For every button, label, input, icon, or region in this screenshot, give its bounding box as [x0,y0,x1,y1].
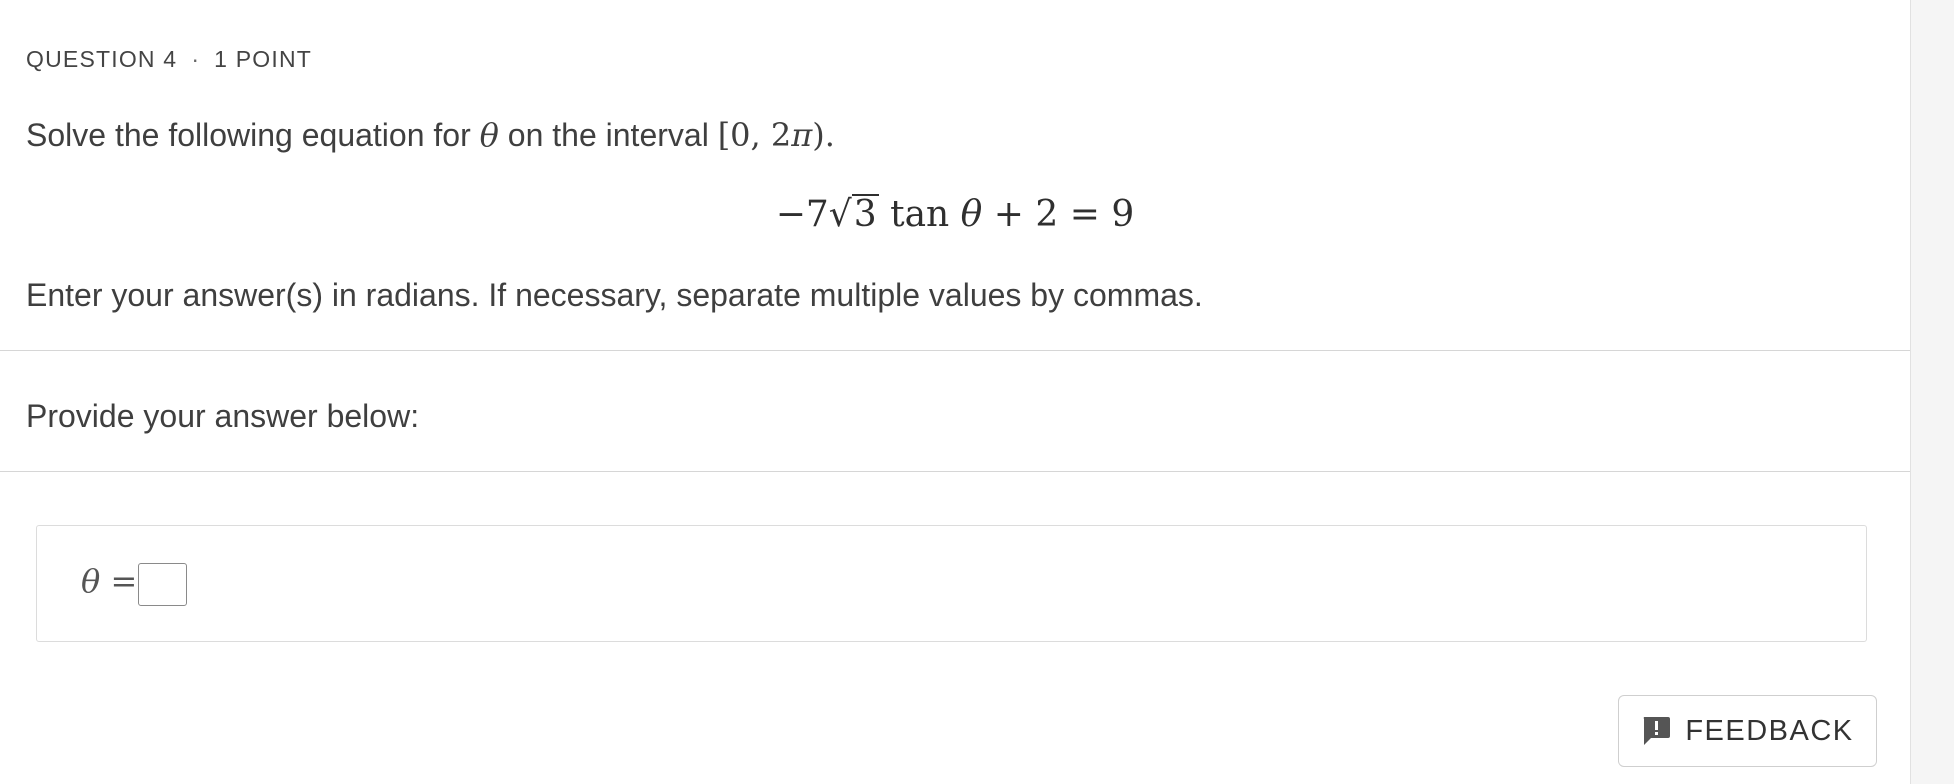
prompt-text-middle: on the interval [498,117,718,153]
prompt-interval-pi: π [791,116,813,154]
right-scroll-rail [1910,0,1954,784]
answer-heading: Provide your answer below: [26,398,420,434]
question-header: QUESTION 4 · 1 POINT [26,46,312,73]
divider-top [0,350,1910,351]
answer-equals: = [100,562,138,600]
radicand: 3 [851,194,879,235]
equation-lead: −7 [775,194,829,235]
question-points: 1 POINT [214,46,313,72]
prompt-interval: [0, 2 [717,116,792,154]
prompt-variable: θ [479,116,499,154]
feedback-label: FEEDBACK [1685,714,1854,747]
radical-sign: √ [828,194,852,235]
equation-function: tan [878,194,961,235]
equation: −7√3 tan θ + 2 = 9 [0,194,1910,235]
question-number: QUESTION 4 [26,46,178,72]
answer-label: θ = [81,562,137,600]
header-separator: · [191,46,201,72]
answer-variable: θ [81,562,101,600]
divider-bottom [0,471,1910,472]
question-panel: QUESTION 4 · 1 POINT Solve the following e… [0,0,1910,784]
answer-input[interactable] [138,563,187,606]
prompt-text-before: Solve the following equation for [26,117,480,153]
feedback-button[interactable]: FEEDBACK [1618,695,1877,767]
equation-variable: θ [960,194,983,235]
prompt-interval-end: ). [812,116,835,154]
answer-instructions: Enter your answer(s) in radians. If nece… [26,277,1203,313]
equation-rest: + 2 = 9 [982,194,1135,235]
sqrt-expression: √3 [829,194,879,235]
question-prompt: Solve the following equation for θ on th… [26,116,835,154]
answer-box: θ = [36,525,1867,642]
feedback-icon [1641,715,1671,747]
